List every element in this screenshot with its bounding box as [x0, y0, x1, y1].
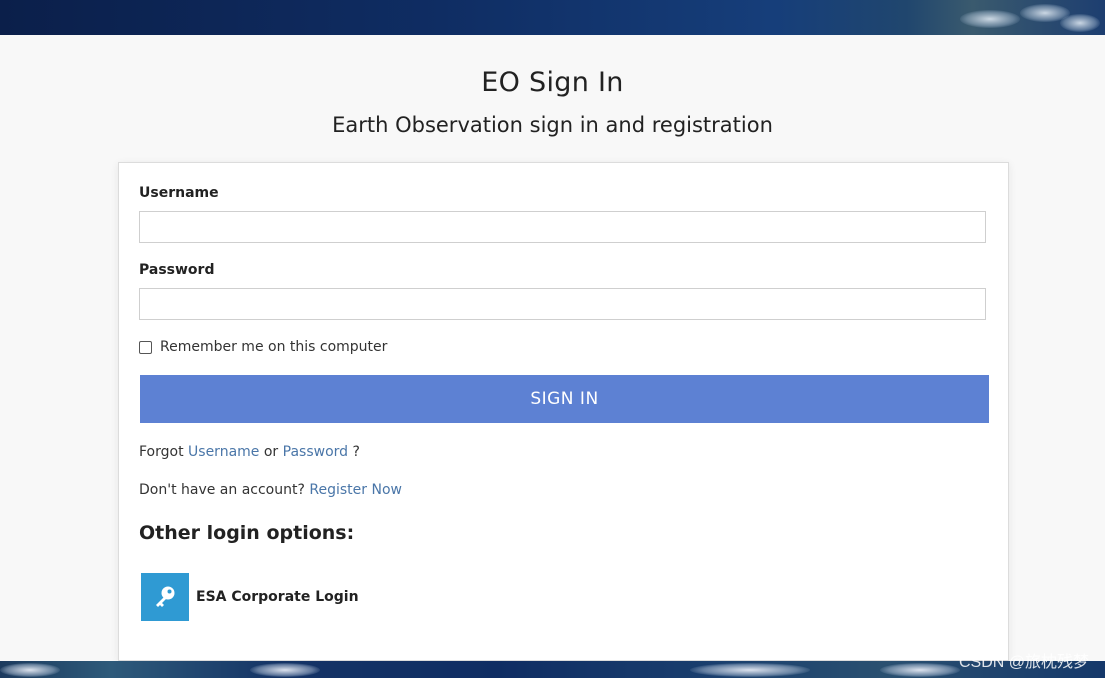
esa-corporate-login-label: ESA Corporate Login	[196, 589, 359, 605]
remember-me-checkbox[interactable]	[139, 340, 152, 354]
forgot-prefix: Forgot	[139, 444, 184, 460]
esa-corporate-login-option[interactable]: ESA Corporate Login	[141, 573, 359, 621]
username-input[interactable]	[139, 211, 986, 243]
register-line: Don't have an account? Register Now	[139, 482, 402, 498]
password-label: Password	[139, 262, 215, 278]
page-subtitle: Earth Observation sign in and registrati…	[332, 113, 773, 137]
register-now-link[interactable]: Register Now	[309, 482, 402, 498]
watermark: CSDN @旅枕残梦	[958, 654, 1089, 671]
page-title: EO Sign In	[481, 67, 624, 98]
forgot-credentials-line: Forgot Username or Password ?	[139, 444, 360, 460]
login-card: Username Password Remember me on this co…	[118, 162, 1009, 661]
other-login-title: Other login options:	[139, 522, 355, 544]
sign-in-button[interactable]: SIGN IN	[140, 375, 989, 423]
background-top-banner	[0, 0, 1105, 35]
remember-me-label: Remember me on this computer	[160, 339, 388, 355]
forgot-username-link[interactable]: Username	[188, 444, 259, 460]
forgot-password-link[interactable]: Password	[283, 444, 348, 460]
key-icon[interactable]	[141, 573, 189, 621]
background-bottom-banner	[0, 661, 1105, 678]
forgot-or-text: or	[263, 444, 279, 460]
password-input[interactable]	[139, 288, 986, 320]
register-prefix: Don't have an account?	[139, 482, 305, 498]
username-label: Username	[139, 185, 219, 201]
page-content: EO Sign In Earth Observation sign in and…	[0, 35, 1105, 661]
remember-me-row[interactable]: Remember me on this computer	[139, 339, 387, 355]
forgot-suffix: ?	[352, 444, 360, 460]
